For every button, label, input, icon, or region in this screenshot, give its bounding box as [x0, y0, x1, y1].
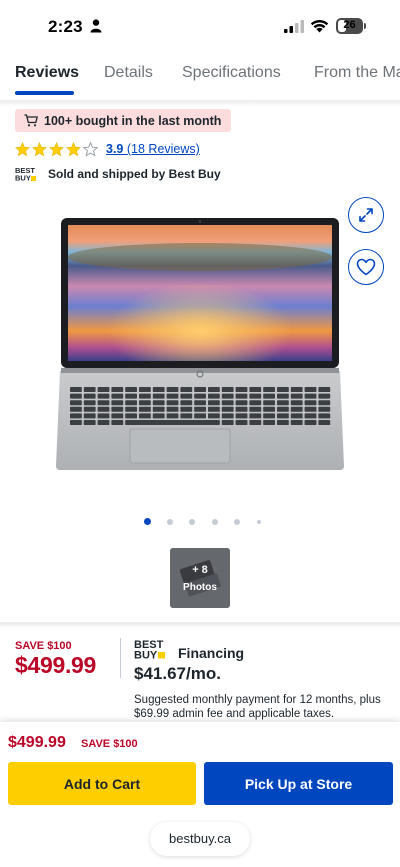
tab-specifications[interactable]: Specifications	[182, 64, 281, 82]
cart-icon	[24, 114, 38, 127]
save-to-wishlist-button[interactable]	[348, 249, 384, 285]
carousel-dot[interactable]	[234, 519, 240, 525]
battery-icon: 26	[336, 18, 366, 34]
rating-count: (18 Reviews)	[126, 142, 200, 156]
carousel-dot-active[interactable]	[143, 518, 151, 525]
product-tabs: Reviews Details Specifications From the …	[0, 52, 400, 100]
save-tag: SAVE $100	[15, 640, 72, 652]
signal-icon	[284, 20, 304, 33]
wifi-icon	[310, 19, 329, 33]
sticky-purchase-bar: $499.99 SAVE $100 Add to Cart Pick Up at…	[0, 722, 400, 867]
status-time: 2:23	[48, 17, 83, 36]
star-filled-icon	[32, 141, 47, 156]
price: $499.99	[15, 652, 97, 678]
add-to-cart-button[interactable]: Add to Cart	[8, 762, 196, 805]
expand-image-button[interactable]	[348, 197, 384, 233]
bought-badge-text: 100+ bought in the last month	[44, 113, 222, 128]
tab-reviews[interactable]: Reviews	[15, 64, 79, 82]
star-filled-icon	[49, 141, 64, 156]
active-tab-indicator	[15, 91, 74, 95]
seller-text: Sold and shipped by Best Buy	[48, 167, 221, 181]
financing-title[interactable]: Financing	[178, 645, 244, 661]
heart-icon	[356, 258, 376, 276]
carousel-dot[interactable]	[256, 520, 261, 524]
seller-row: BEST BUY Sold and shipped by Best Buy	[15, 165, 221, 183]
more-photos-thumbnail[interactable]: + 8 Photos	[170, 548, 230, 608]
rating-value: 3.9	[106, 142, 124, 156]
image-carousel-dots	[0, 517, 400, 527]
best-buy-logo: BEST BUY	[15, 166, 36, 183]
sticky-save-tag: SAVE $100	[81, 738, 138, 750]
status-bar: 2:23 26	[0, 0, 400, 52]
photos-label: Photos	[183, 582, 217, 593]
star-rating	[15, 141, 100, 157]
product-image[interactable]	[56, 214, 344, 472]
rating-row: 3.9 (18 Reviews)	[15, 140, 200, 158]
price-divider	[120, 638, 121, 678]
tabs-shadow	[0, 100, 400, 106]
best-buy-logo: BEST BUY	[134, 639, 165, 661]
financing-amount: $41.67/mo.	[134, 664, 221, 683]
svg-text:BUY: BUY	[15, 174, 31, 183]
financing-description: Suggested monthly payment for 12 months,…	[134, 694, 381, 720]
star-filled-icon	[66, 141, 81, 156]
bought-badge: 100+ bought in the last month	[15, 109, 232, 132]
section-divider	[0, 622, 400, 628]
star-filled-icon	[15, 141, 30, 156]
expand-icon	[359, 208, 373, 222]
carousel-dot[interactable]	[211, 519, 218, 525]
svg-text:BUY: BUY	[134, 650, 158, 661]
reviews-link[interactable]: 3.9 (18 Reviews)	[106, 142, 200, 156]
browser-url-pill[interactable]: bestbuy.ca	[150, 822, 250, 856]
tab-details[interactable]: Details	[104, 64, 153, 82]
sticky-price: $499.99	[8, 734, 66, 751]
star-empty-icon	[83, 141, 98, 157]
photos-count: + 8	[192, 564, 208, 576]
battery-level: 26	[343, 19, 356, 31]
person-icon	[90, 19, 102, 33]
carousel-dot[interactable]	[166, 519, 173, 525]
carousel-dot[interactable]	[189, 519, 195, 525]
pick-up-at-store-button[interactable]: Pick Up at Store	[204, 762, 393, 805]
tab-from-the-manufacturer[interactable]: From the Ma	[314, 64, 400, 82]
